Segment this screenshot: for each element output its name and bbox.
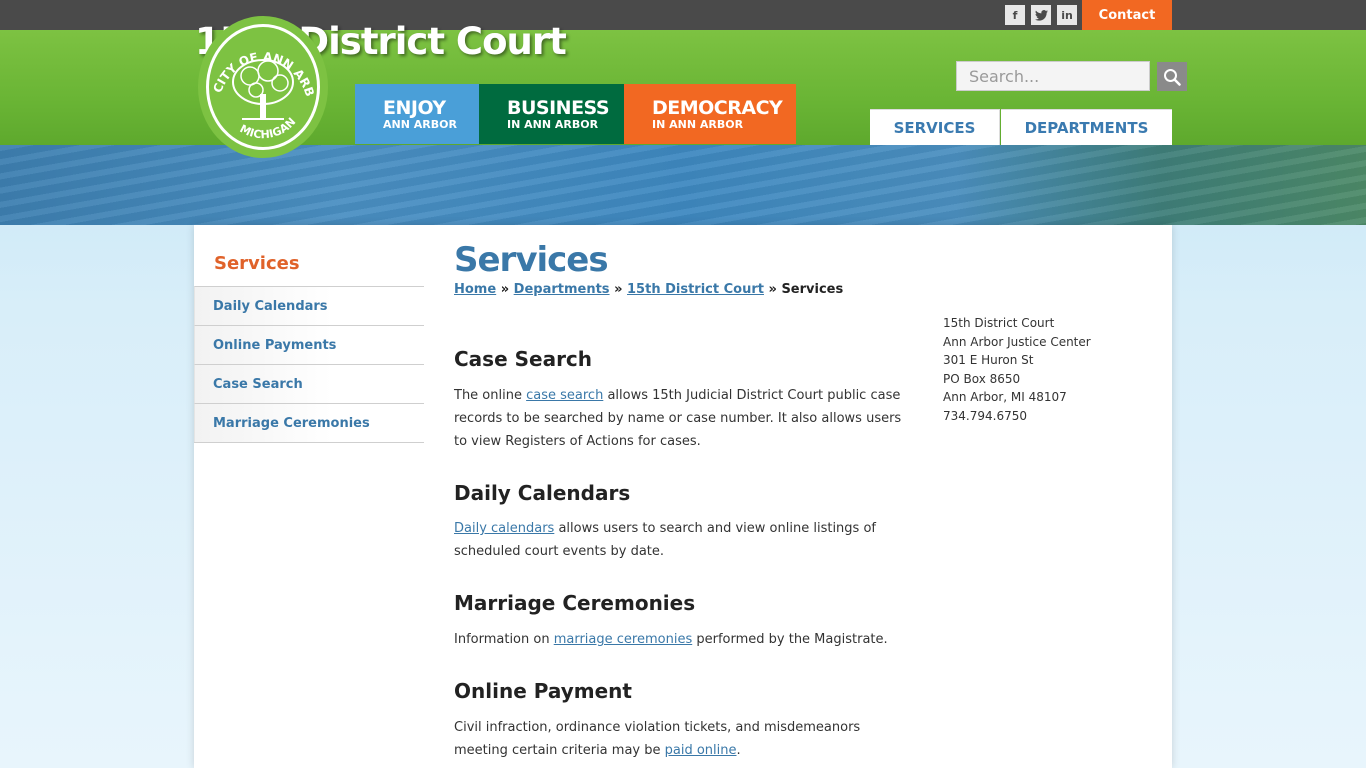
marriage-ceremonies-link[interactable]: marriage ceremonies <box>554 632 693 647</box>
nav-business-in-ann-arbor[interactable]: BUSINESS IN ANN ARBOR <box>479 84 624 144</box>
text: . <box>736 743 741 758</box>
section-text-marriage-ceremonies: Information on marriage ceremonies perfo… <box>454 628 914 651</box>
nav-enjoy-ann-arbor[interactable]: ENJOY ANN ARBOR <box>355 84 479 144</box>
sidebar-item-daily-calendars[interactable]: Daily Calendars <box>194 286 424 325</box>
section-heading-marriage-ceremonies: Marriage Ceremonies <box>454 591 696 615</box>
paid-online-link[interactable]: paid online <box>665 743 737 758</box>
text: Civil infraction, ordinance violation ti… <box>454 720 861 758</box>
case-search-link[interactable]: case search <box>526 388 603 403</box>
section-text-daily-calendars: Daily calendars allows users to search a… <box>454 517 914 563</box>
sidebar-item-marriage-ceremonies[interactable]: Marriage Ceremonies <box>194 403 424 442</box>
section-heading-case-search: Case Search <box>454 347 593 371</box>
sidebar-item-online-payments[interactable]: Online Payments <box>194 325 424 364</box>
nav-democracy-in-ann-arbor[interactable]: DEMOCRACY IN ANN ARBOR <box>624 84 796 144</box>
sidebar-divider <box>194 442 424 443</box>
address-line: 301 E Huron St <box>943 353 1034 368</box>
address-line: Ann Arbor, MI 48107 <box>943 390 1067 405</box>
breadcrumb-home[interactable]: Home <box>454 282 496 297</box>
breadcrumb-separator: » <box>614 282 623 297</box>
breadcrumb-departments[interactable]: Departments <box>514 282 610 297</box>
linkedin-icon[interactable]: in <box>1057 5 1077 25</box>
breadcrumb-current: Services <box>781 282 844 297</box>
nav-enjoy-title: ENJOY <box>383 97 446 119</box>
section-text-online-payment: Civil infraction, ordinance violation ti… <box>454 716 914 762</box>
tab-departments[interactable]: DEPARTMENTS <box>1001 109 1172 145</box>
nav-business-title: BUSINESS <box>507 97 610 119</box>
phone-number: 734.794.6750 <box>943 408 1027 423</box>
section-text-case-search: The online case search allows 15th Judic… <box>454 384 914 453</box>
tab-services[interactable]: SERVICES <box>870 109 1000 145</box>
sidebar-item-case-search[interactable]: Case Search <box>194 364 424 403</box>
twitter-bird-glyph <box>1034 9 1048 21</box>
city-seal-logo[interactable]: CITY OF ANN ARBOR MICHIGAN <box>198 16 328 158</box>
text: The online <box>454 388 527 403</box>
sidebar-heading[interactable]: Services <box>214 253 300 274</box>
svg-text:CITY OF ANN ARBOR: CITY OF ANN ARBOR <box>198 16 317 98</box>
breadcrumb-court[interactable]: 15th District Court <box>627 282 764 297</box>
address-line: PO Box 8650 <box>943 371 1021 386</box>
address-line: Ann Arbor Justice Center <box>943 334 1091 349</box>
contact-button[interactable]: Contact <box>1082 0 1172 30</box>
page-title: Services <box>454 240 609 280</box>
search-button[interactable] <box>1157 62 1187 91</box>
address-line: 15th District Court <box>943 316 1055 330</box>
search-icon <box>1164 68 1181 86</box>
breadcrumb-separator: » <box>500 282 510 297</box>
search-input[interactable] <box>956 61 1150 91</box>
seal-tree-icon: CITY OF ANN ARBOR MICHIGAN <box>198 16 317 141</box>
facebook-icon[interactable]: f <box>1005 5 1025 25</box>
nav-business-subtitle: IN ANN ARBOR <box>507 118 599 131</box>
section-heading-online-payment: Online Payment <box>454 679 632 703</box>
twitter-icon[interactable] <box>1031 5 1051 25</box>
breadcrumb: Home » Departments » 15th District Court… <box>454 282 843 297</box>
nav-democracy-title: DEMOCRACY <box>652 97 783 119</box>
daily-calendars-link[interactable]: Daily calendars <box>454 521 554 536</box>
nav-enjoy-subtitle: ANN ARBOR <box>383 118 457 131</box>
text: Information on <box>454 632 554 647</box>
text: performed by the Magistrate. <box>692 632 888 647</box>
court-address: 15th District Court Ann Arbor Justice Ce… <box>943 314 1091 426</box>
breadcrumb-separator: » <box>768 282 777 297</box>
nav-democracy-subtitle: IN ANN ARBOR <box>652 118 744 131</box>
section-heading-daily-calendars: Daily Calendars <box>454 481 631 505</box>
